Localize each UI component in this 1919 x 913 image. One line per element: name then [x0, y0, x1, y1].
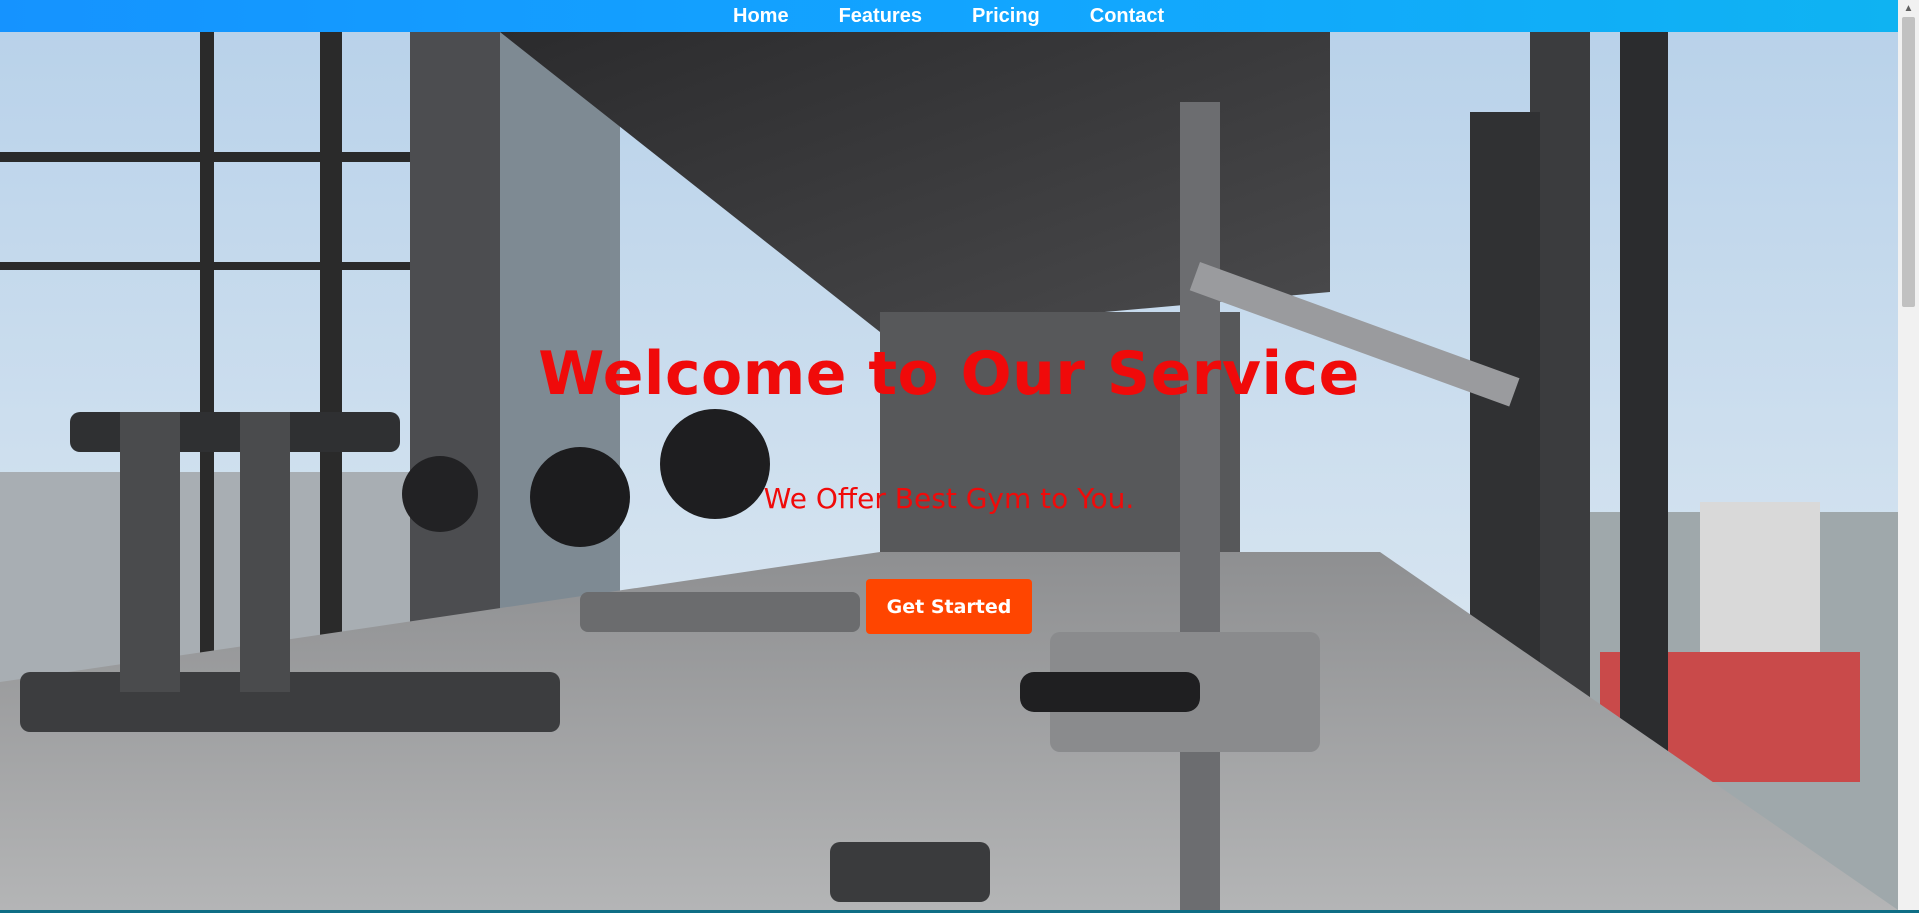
- nav-home-link[interactable]: Home: [733, 0, 789, 32]
- hero-title: Welcome to Our Service: [538, 339, 1360, 409]
- triangle-up-icon[interactable]: ▲: [1898, 0, 1919, 17]
- top-navbar: Home Features Pricing Contact: [0, 0, 1898, 32]
- nav-pricing-link[interactable]: Pricing: [972, 0, 1040, 32]
- nav-features-link[interactable]: Features: [839, 0, 922, 32]
- get-started-button[interactable]: Get Started: [866, 579, 1032, 634]
- hero-subtitle: We Offer Best Gym to You.: [763, 482, 1135, 515]
- nav-contact-link[interactable]: Contact: [1090, 0, 1164, 32]
- hero-section: Welcome to Our Service We Offer Best Gym…: [0, 32, 1898, 910]
- scrollbar-thumb[interactable]: [1902, 17, 1915, 307]
- nav-links: Home Features Pricing Contact: [733, 0, 1164, 32]
- hero-background-image: [0, 32, 1898, 910]
- page-scrollbar[interactable]: ▲: [1898, 0, 1919, 910]
